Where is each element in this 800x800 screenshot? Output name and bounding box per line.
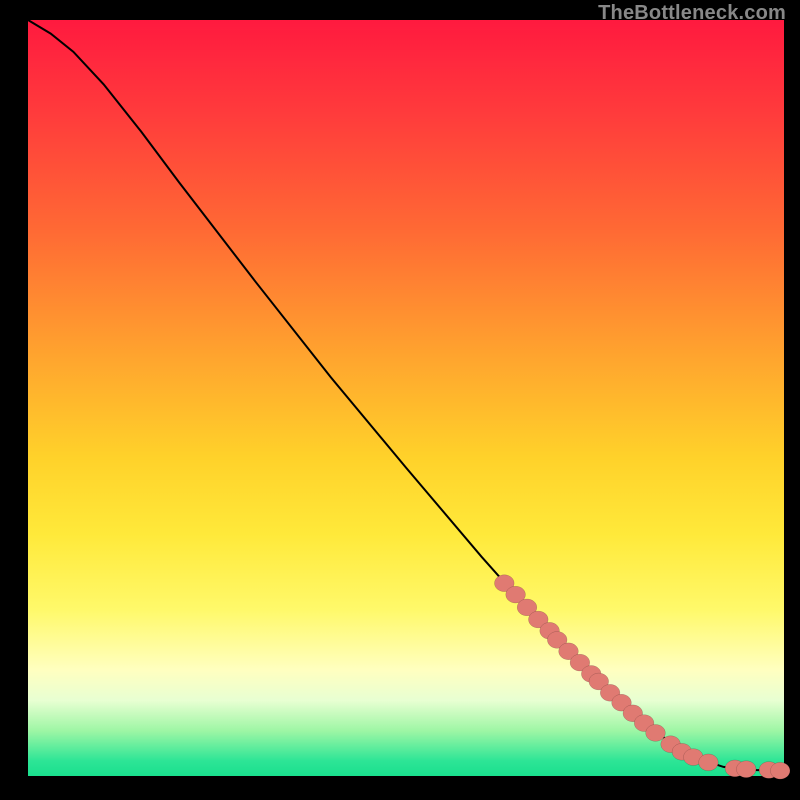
plot-area [28, 20, 784, 776]
data-marker [736, 761, 756, 778]
chart-svg [28, 20, 784, 776]
data-marker [770, 762, 790, 779]
chart-curve [28, 20, 780, 771]
data-marker [699, 754, 719, 771]
chart-frame: TheBottleneck.com [0, 0, 800, 800]
data-marker [646, 725, 666, 742]
chart-markers [495, 575, 791, 779]
